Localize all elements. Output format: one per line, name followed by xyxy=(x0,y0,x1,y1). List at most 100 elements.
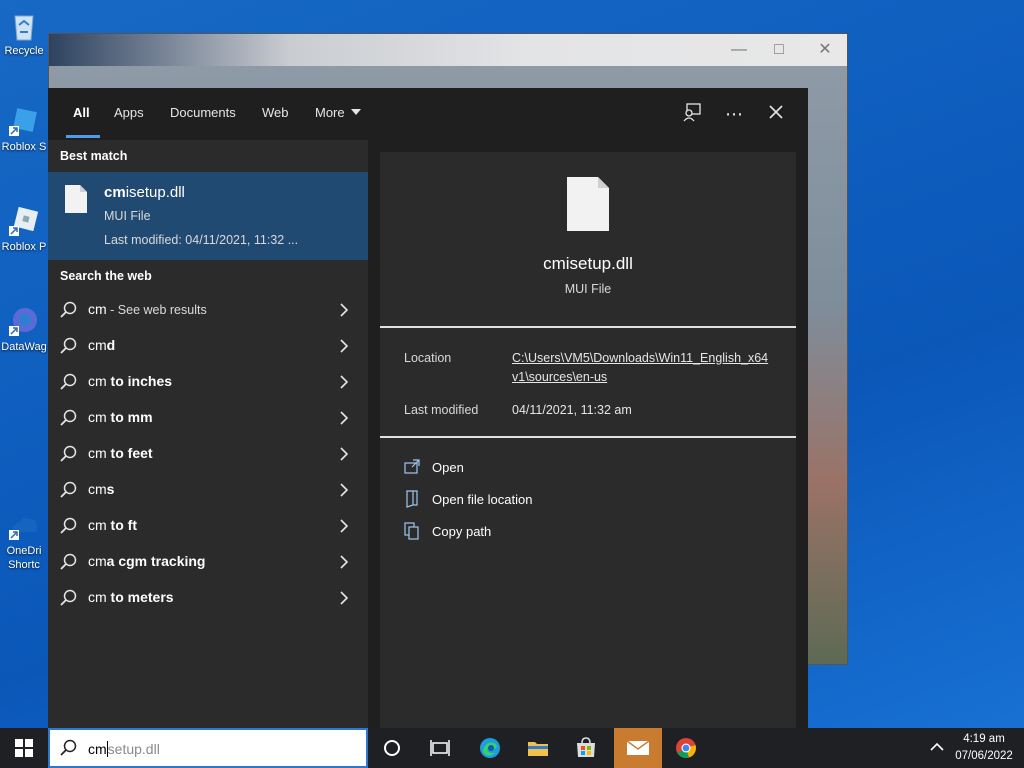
open-file-location-label: Open file location xyxy=(432,492,533,507)
web-result-query: cm xyxy=(88,445,107,461)
tab-apps[interactable]: Apps xyxy=(114,105,144,120)
tab-all[interactable]: All xyxy=(73,105,90,120)
chevron-right-icon xyxy=(340,339,349,353)
feedback-icon[interactable] xyxy=(680,102,704,126)
desktop-icon-roblox-studio[interactable]: Roblox S xyxy=(0,104,48,154)
taskbar-search-box[interactable]: cmsetup.dll xyxy=(48,728,368,768)
web-result-completion: to mm xyxy=(106,409,153,425)
web-result-query: cm xyxy=(88,409,107,425)
edge-button[interactable] xyxy=(466,728,514,768)
web-result-text: cm to feet xyxy=(88,445,153,461)
tab-more[interactable]: More xyxy=(315,105,362,120)
more-options-icon[interactable]: ⋯ xyxy=(722,102,746,126)
preview-file-name: cmisetup.dll xyxy=(543,254,633,273)
search-icon xyxy=(60,517,77,534)
chevron-right-icon xyxy=(340,483,349,497)
close-icon[interactable]: ✕ xyxy=(815,40,835,60)
windows-logo-icon xyxy=(15,739,33,757)
web-result-query: cm xyxy=(88,301,107,317)
best-match-modified: Last modified: 04/11/2021, 11:32 ... xyxy=(104,233,299,247)
start-button[interactable] xyxy=(0,728,48,768)
web-result-row[interactable]: cmd xyxy=(48,328,368,364)
copy-path-label: Copy path xyxy=(432,524,492,539)
web-result-row[interactable]: cm to feet xyxy=(48,436,368,472)
task-view-button[interactable] xyxy=(416,728,464,768)
minimize-icon[interactable]: — xyxy=(729,40,749,60)
desktop-icon-datawag[interactable]: DataWag xyxy=(0,304,48,354)
web-result-completion: d xyxy=(106,337,116,353)
active-tab-indicator xyxy=(66,135,100,138)
web-result-completion: a cgm tracking xyxy=(106,553,206,569)
desktop-icon-label: DataWag xyxy=(1,341,47,353)
web-result-row[interactable]: cm to mm xyxy=(48,400,368,436)
copy-path-icon xyxy=(404,522,419,540)
web-result-row[interactable]: cm to inches xyxy=(48,364,368,400)
chevron-down-icon xyxy=(351,109,362,115)
web-result-query: cm xyxy=(88,373,107,389)
web-result-completion: to feet xyxy=(106,445,153,461)
clock-time: 4:19 am xyxy=(963,733,1005,745)
web-result-row[interactable]: cm - See web results xyxy=(48,292,368,328)
web-result-query: cm xyxy=(88,481,107,497)
modified-label: Last modified xyxy=(404,403,479,417)
search-input[interactable]: cmsetup.dll xyxy=(88,741,160,757)
web-result-completion: to inches xyxy=(106,373,173,389)
web-result-text: cm to ft xyxy=(88,517,137,533)
desktop-icon-label: Recycle xyxy=(4,45,44,57)
desktop-icon-onedrive[interactable]: OneDri Shortc xyxy=(0,508,48,572)
best-match-type: MUI File xyxy=(104,209,151,223)
desktop-icon-roblox-player[interactable]: Roblox P xyxy=(0,204,48,254)
desktop-icon-label: Roblox P xyxy=(1,241,47,253)
tab-web[interactable]: Web xyxy=(262,105,289,120)
preview-file-type: MUI File xyxy=(564,282,612,296)
location-link[interactable]: C:\Users\VM5\Downloads\Win11_English_x64… xyxy=(512,349,774,387)
open-label: Open xyxy=(432,460,464,475)
store-button[interactable] xyxy=(562,728,610,768)
edge-icon xyxy=(480,738,500,758)
clock[interactable]: 4:19 am 07/06/2022 xyxy=(952,731,1016,765)
web-result-row[interactable]: cm to ft xyxy=(48,508,368,544)
maximize-icon[interactable]: □ xyxy=(769,40,789,60)
datawag-icon xyxy=(9,308,37,336)
file-explorer-button[interactable] xyxy=(514,728,562,768)
recycle-bin-icon xyxy=(14,15,34,41)
web-result-completion: to meters xyxy=(106,589,174,605)
web-result-row[interactable]: cm to meters xyxy=(48,580,368,616)
preview-pane: cmisetup.dll MUI File Location C:\Users\… xyxy=(380,152,796,728)
search-panel: All Apps Documents Web More ⋯ Best match… xyxy=(48,88,808,728)
chevron-right-icon xyxy=(340,303,349,317)
mail-icon xyxy=(626,740,650,755)
roblox-player-icon xyxy=(9,206,39,236)
chevron-up-icon[interactable] xyxy=(928,738,946,756)
web-result-hint: - See web results xyxy=(106,303,207,317)
chevron-right-icon xyxy=(340,591,349,605)
web-result-row[interactable]: cma cgm tracking xyxy=(48,544,368,580)
web-result-text: cm - See web results xyxy=(88,301,207,317)
desktop-icon-recycle-bin[interactable]: Recycle xyxy=(0,8,48,58)
web-result-row[interactable]: cms xyxy=(48,472,368,508)
close-search-icon[interactable] xyxy=(764,102,788,126)
web-result-text: cmd xyxy=(88,337,115,353)
chrome-button[interactable] xyxy=(662,728,710,768)
web-result-text: cm to mm xyxy=(88,409,153,425)
file-location-icon xyxy=(406,490,418,508)
tab-documents[interactable]: Documents xyxy=(170,105,236,120)
search-icon xyxy=(60,373,77,390)
web-result-query: cm xyxy=(88,517,107,533)
desktop-icon-label: OneDri xyxy=(6,545,42,557)
search-web-heading: Search the web xyxy=(60,269,152,283)
search-icon xyxy=(60,301,77,318)
chevron-right-icon xyxy=(340,519,349,533)
chevron-right-icon xyxy=(340,375,349,389)
web-result-completion: s xyxy=(106,481,115,497)
file-icon xyxy=(65,185,87,213)
search-icon xyxy=(60,337,77,354)
cortana-button[interactable] xyxy=(368,728,416,768)
web-result-text: cm to inches xyxy=(88,373,172,389)
search-icon xyxy=(60,589,77,606)
web-result-completion: to ft xyxy=(106,517,137,533)
search-icon xyxy=(60,481,77,498)
best-match-item[interactable]: cmisetup.dll MUI File Last modified: 04/… xyxy=(48,172,368,260)
mail-button[interactable] xyxy=(614,728,662,768)
search-icon xyxy=(60,739,77,756)
